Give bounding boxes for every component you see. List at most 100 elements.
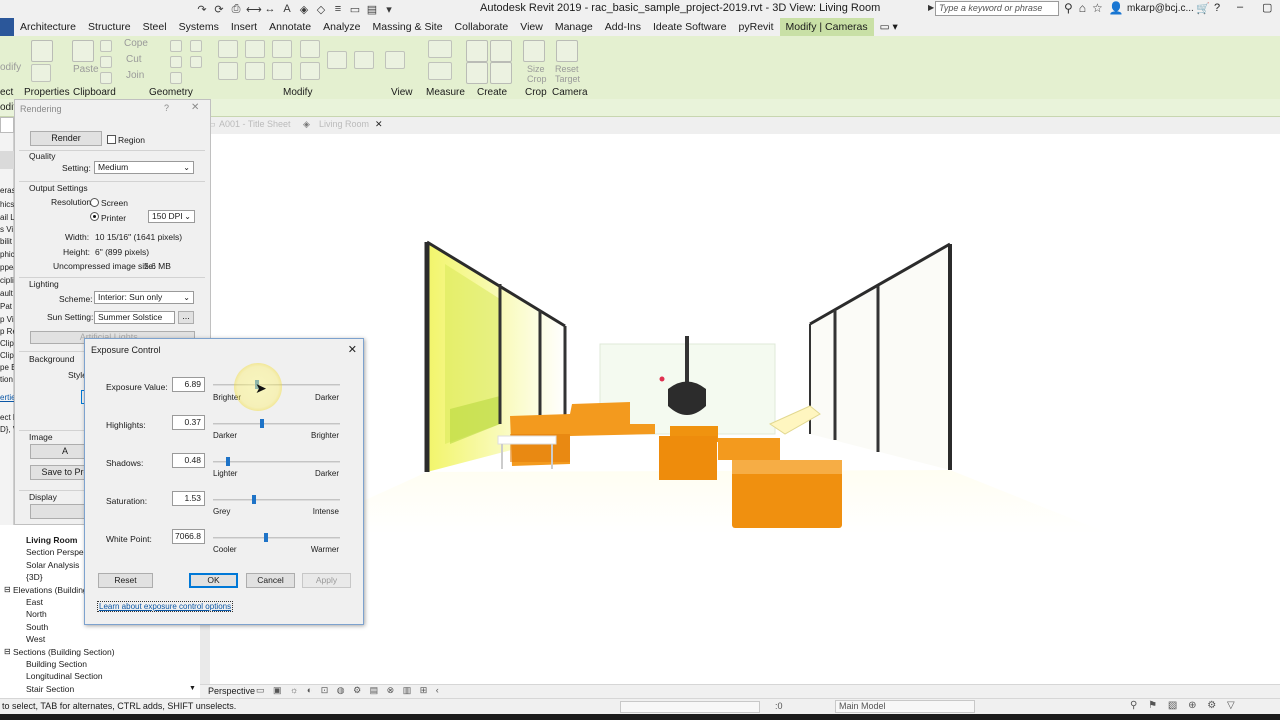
browser-item[interactable]: South (26, 622, 48, 632)
maximize-icon[interactable]: ▢ (1262, 1, 1272, 14)
close-hidden-icon[interactable]: ▭ (348, 3, 362, 16)
thin-lines-icon[interactable]: ≡ (331, 3, 345, 15)
create-group-icon[interactable] (490, 40, 512, 62)
text-icon[interactable]: A (280, 3, 294, 15)
create-parts-icon[interactable] (466, 62, 488, 84)
search-expand-icon[interactable]: ▶ (928, 3, 934, 12)
geometry-icon-2[interactable] (170, 56, 182, 68)
switch-windows-icon[interactable]: ▤ (365, 3, 379, 16)
tab-annotate[interactable]: Annotate (263, 18, 317, 36)
render-button[interactable]: Render (30, 131, 102, 146)
tab-modify-cameras[interactable]: Modify | Cameras (779, 18, 874, 36)
cart-icon[interactable]: 🛒 (1196, 2, 1210, 15)
collapse-icon[interactable]: ⊟ (4, 647, 11, 656)
view-scale-label[interactable]: Perspective (208, 686, 255, 696)
print-icon[interactable]: ⎙ (229, 3, 243, 16)
rendered-view-canvas[interactable] (210, 134, 1280, 684)
slider-thumb[interactable] (226, 457, 230, 466)
user-icon[interactable]: 👤 (1109, 1, 1124, 15)
mirror-icon[interactable] (272, 40, 292, 58)
view-tab-living-room[interactable]: Living Room (319, 119, 369, 129)
create-assembly-icon[interactable] (490, 62, 512, 84)
tab-systems[interactable]: Systems (173, 18, 225, 36)
tab-collaborate[interactable]: Collaborate (449, 18, 515, 36)
highlights-input[interactable]: 0.37 (172, 415, 205, 430)
size-crop-icon[interactable] (523, 40, 545, 62)
panel-label-select[interactable]: ect (0, 87, 13, 98)
geometry-icon-3[interactable] (170, 72, 182, 84)
reset-target-icon[interactable] (556, 40, 578, 62)
binoculars-icon[interactable]: ⚲ (1064, 1, 1073, 15)
browser-item[interactable]: Elevations (Building (13, 585, 88, 595)
user-name[interactable]: mkarp@bcj.c... (1127, 3, 1194, 14)
file-tab[interactable] (0, 18, 14, 36)
tab-structure[interactable]: Structure (82, 18, 137, 36)
tab-massing-site[interactable]: Massing & Site (367, 18, 449, 36)
array-icon[interactable] (327, 51, 347, 69)
white-point-slider[interactable] (213, 533, 340, 542)
exposure-value-input[interactable]: 6.89 (172, 377, 205, 392)
ribbon-options-icon[interactable]: ▭ ▾ (874, 18, 904, 36)
main-model-select[interactable]: Main Model (835, 700, 975, 713)
selection-filter-icons[interactable]: ⚲ ⚑ ▧ ⊕ ⚙ ▽ (1130, 700, 1239, 711)
rotate-icon[interactable] (272, 62, 292, 80)
workset-select[interactable] (620, 701, 760, 713)
cut-icon[interactable] (100, 40, 112, 52)
cancel-button[interactable]: Cancel (246, 573, 295, 588)
close-icon[interactable]: ✕ (191, 102, 199, 113)
measure-icon-ribbon[interactable] (428, 62, 452, 80)
browser-item[interactable]: {3D} (26, 572, 43, 582)
tab-analyze[interactable]: Analyze (317, 18, 366, 36)
measure-icon[interactable]: ⟷ (246, 3, 262, 16)
browser-item[interactable]: Longitudinal Section (26, 671, 103, 681)
type-selector-icon[interactable] (0, 117, 14, 133)
shadows-input[interactable]: 0.48 (172, 453, 205, 468)
sync-icon[interactable]: ⟳ (212, 3, 226, 16)
customize-qat-icon[interactable]: ▾ (382, 3, 396, 16)
dpi-select[interactable]: 150 DPI ⌄ (148, 210, 195, 223)
sun-setting-browse-button[interactable]: ... (178, 311, 194, 324)
highlights-slider[interactable] (213, 419, 340, 428)
white-point-input[interactable]: 7066.8 (172, 529, 205, 544)
browser-item[interactable]: North (26, 609, 47, 619)
properties-link[interactable]: ertie (0, 393, 14, 402)
slider-thumb[interactable] (252, 495, 256, 504)
help-icon[interactable]: ? (1214, 2, 1220, 14)
mirror-draw-icon[interactable] (300, 40, 320, 58)
view-control-icons[interactable]: ▭ ▣ ☼ ◐ ⊡ ◍ ⚙ ▤ ⊗ ▥ ⊞ ‹ (256, 685, 442, 696)
browser-item[interactable]: Sections (Building Section) (13, 647, 115, 657)
printer-radio[interactable] (90, 212, 99, 221)
reset-button[interactable]: Reset (98, 573, 153, 588)
aligned-dimension-icon[interactable] (428, 40, 452, 58)
browser-item[interactable]: Section Perspec (26, 547, 88, 557)
tab-steel[interactable]: Steel (137, 18, 173, 36)
redo-icon[interactable]: ↷ (195, 3, 209, 16)
quality-setting-select[interactable]: Medium ⌄ (94, 161, 194, 174)
scheme-select[interactable]: Interior: Sun only ⌄ (94, 291, 194, 304)
browser-item[interactable]: Solar Analysis (26, 560, 79, 570)
region-checkbox[interactable] (107, 135, 116, 144)
geometry-icon-1[interactable] (170, 40, 182, 52)
saturation-slider[interactable] (213, 495, 340, 504)
minimize-icon[interactable]: – (1237, 1, 1243, 13)
copy-icon[interactable] (100, 56, 112, 68)
properties-icon[interactable] (31, 40, 53, 62)
slider-thumb[interactable] (260, 419, 264, 428)
copy-element-icon[interactable] (245, 62, 265, 80)
offset-icon[interactable] (245, 40, 265, 58)
geometry-icon-4[interactable] (190, 40, 202, 52)
tab-insert[interactable]: Insert (225, 18, 263, 36)
learn-exposure-link[interactable]: Learn about exposure control options (97, 601, 234, 612)
section-icon[interactable]: ◇ (314, 3, 328, 16)
dimension-icon[interactable]: ↔ (263, 3, 277, 15)
ok-button[interactable]: OK (189, 573, 238, 588)
browser-item[interactable]: Living Room (26, 535, 77, 545)
tab-view[interactable]: View (514, 18, 549, 36)
slider-thumb[interactable] (264, 533, 268, 542)
3d-view-tab-icon[interactable]: ◈ (303, 119, 310, 130)
scroll-down-icon[interactable]: ▼ (189, 685, 196, 692)
search-input[interactable]: Type a keyword or phrase (935, 1, 1059, 16)
geometry-icon-5[interactable] (190, 56, 202, 68)
paste-icon[interactable] (72, 40, 94, 62)
collapse-icon[interactable]: ⊟ (4, 585, 11, 594)
